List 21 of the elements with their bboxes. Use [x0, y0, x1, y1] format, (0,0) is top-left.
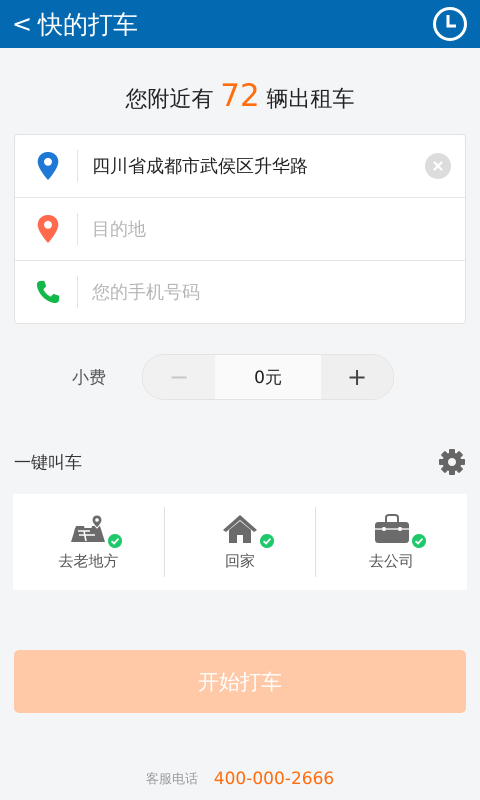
tip-label: 小费: [72, 366, 107, 388]
map-icon: [70, 514, 106, 544]
quick-call-item[interactable]: 回家: [164, 507, 316, 577]
house-icon: [222, 514, 258, 544]
location-pin-icon: [35, 214, 61, 244]
quick-call-item[interactable]: 去老地方: [13, 507, 164, 577]
phone-icon: [35, 278, 61, 306]
settings-icon[interactable]: [438, 448, 466, 476]
origin-field[interactable]: 四川省成都市武侯区升华路: [92, 156, 425, 176]
section-title: 一键叫车: [14, 452, 82, 474]
page-title: 快的打车: [38, 8, 140, 40]
clock-icon[interactable]: [432, 6, 468, 42]
increase-button[interactable]: +: [321, 355, 393, 399]
back-button[interactable]: <: [6, 10, 38, 38]
destination-field[interactable]: 目的地: [92, 218, 451, 240]
location-pin-icon: [35, 151, 61, 181]
hotline-label: 客服电话: [146, 771, 198, 788]
quick-call-item[interactable]: 去公司: [315, 507, 468, 577]
phone-field[interactable]: 您的手机号码: [92, 282, 451, 302]
taxi-count-text: 您附近有 72 辆出租车: [124, 77, 356, 116]
briefcase-icon: [374, 514, 410, 544]
